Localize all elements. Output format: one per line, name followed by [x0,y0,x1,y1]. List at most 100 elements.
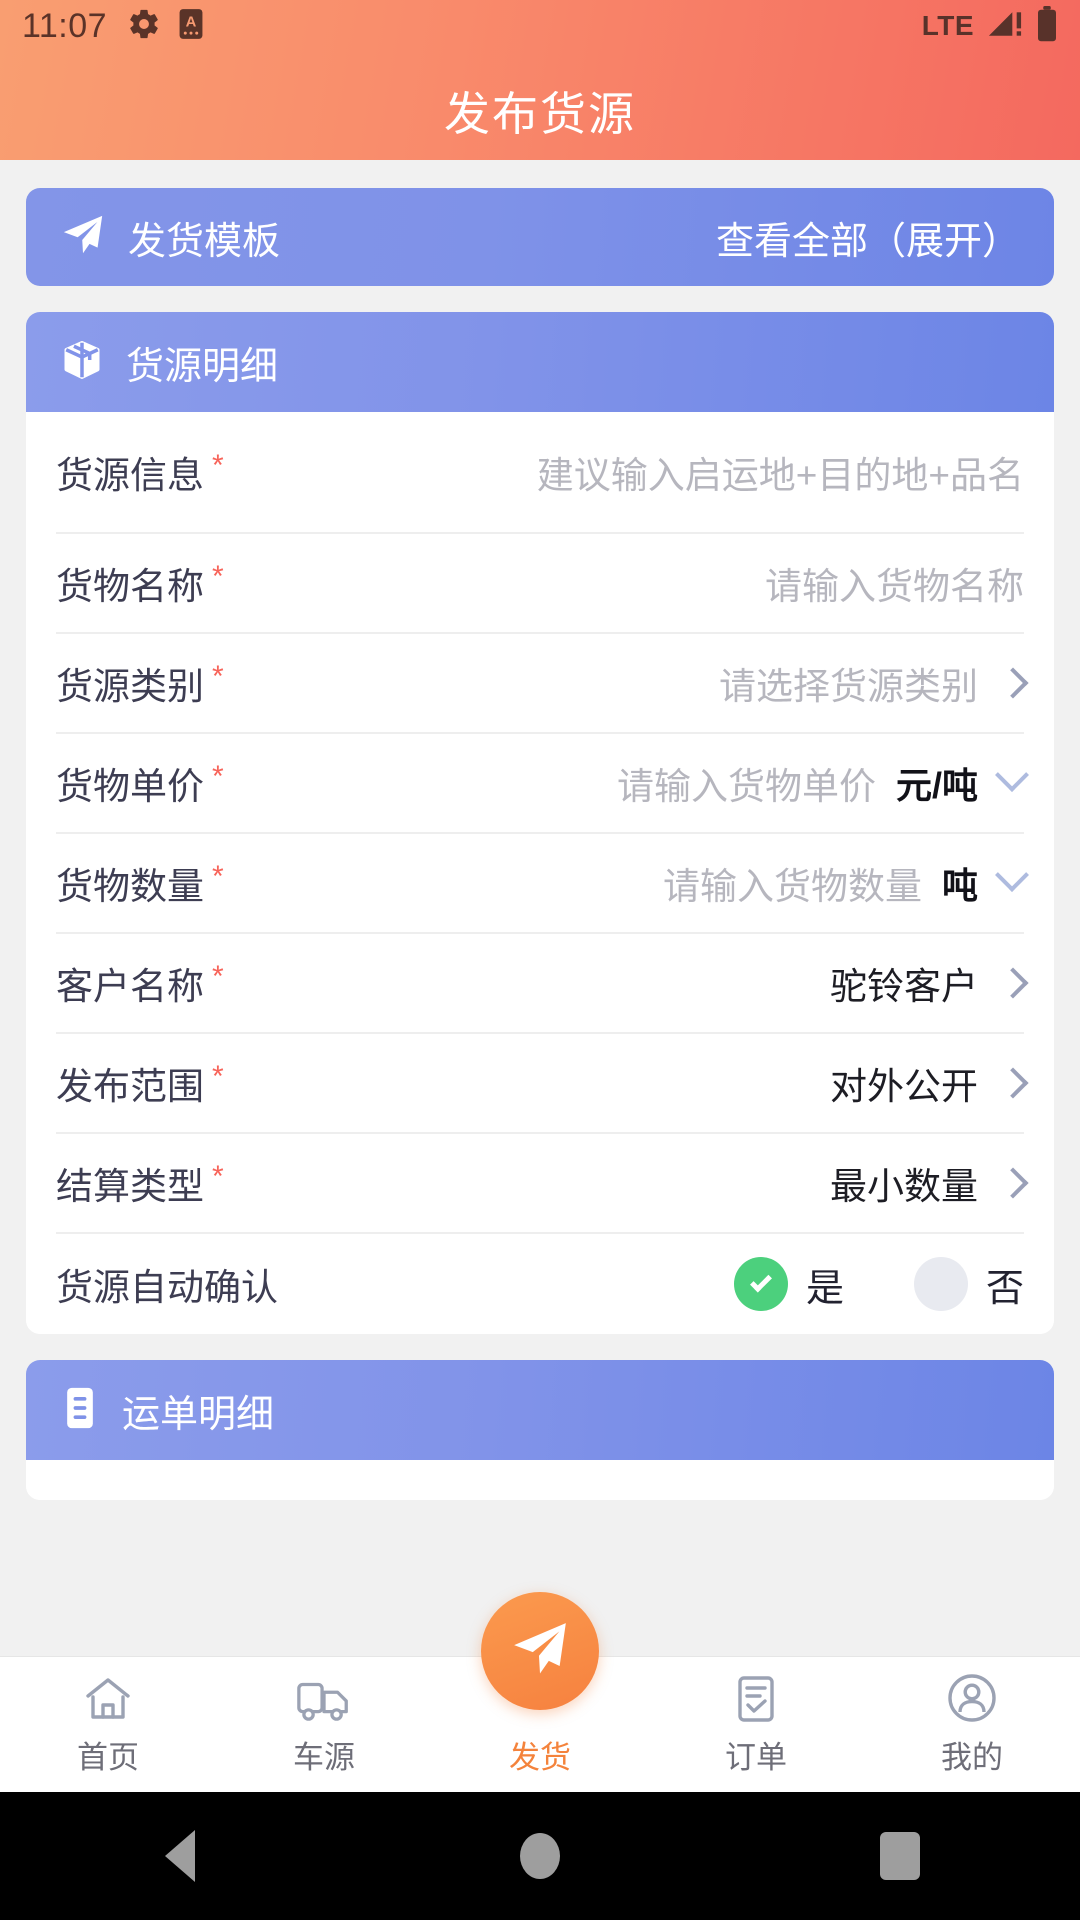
gear-icon [127,7,161,46]
template-expand-action[interactable]: 查看全部（展开） [716,210,1020,265]
quantity-input[interactable]: 请输入货物数量 [663,856,922,910]
home-circle-icon [520,1833,560,1879]
cargo-details-card: 货源明细 货源信息 * 建议输入启运地+目的地+品名 货物名称 * 请输入货物名… [26,312,1054,1334]
nav-label-home: 首页 [77,1740,139,1775]
form-row-settlement-type[interactable]: 结算类型 * 最小数量 [56,1134,1029,1234]
android-system-nav [0,1792,1080,1920]
unit-price-input[interactable]: 请输入货物单价 [617,756,876,810]
field-label: 货物数量 [56,866,204,907]
waybill-details-header[interactable]: 运单明细 [26,1360,1054,1460]
field-label: 结算类型 [56,1166,204,1207]
required-marker: * [212,660,224,693]
radio-checked-icon[interactable] [733,1257,788,1311]
status-bar: 11:07 A LTE [0,0,1080,52]
nav-label-orders: 订单 [725,1740,787,1775]
back-triangle-icon [165,1830,195,1882]
svg-text:A: A [186,14,197,30]
required-marker: * [212,1160,224,1193]
app-screen: 11:07 A LTE 发布货源 发货模板 查看全部（展开） 货源明细 货源信息… [0,0,1080,1920]
main-content: 发货模板 查看全部（展开） 货源明细 货源信息 * 建议输入启运地+目的地+品名… [0,160,1080,1672]
field-label: 货源自动确认 [56,1267,278,1308]
chevron-down-icon[interactable] [995,758,1029,792]
radio-yes-label: 是 [805,1267,844,1310]
radio-option-yes[interactable]: 是 [733,1257,844,1312]
form-row-cargo-category[interactable]: 货源类别 * 请选择货源类别 [56,634,1029,734]
nav-label-shipping: 发货 [509,1740,571,1775]
status-right-icons: LTE [921,5,1058,47]
waybill-details-title: 运单明细 [122,1393,275,1436]
nav-item-profile[interactable]: 我的 [864,1672,1080,1777]
field-value-area[interactable]: 请输入货物数量 吨 [663,856,1029,910]
field-label: 客户名称 [56,966,204,1007]
field-label: 货源类别 [56,666,204,707]
nav-item-orders[interactable]: 订单 [648,1672,864,1777]
field-value-area[interactable]: 驼铃客户 [830,956,1029,1010]
required-marker: * [212,760,224,793]
field-label: 货源信息 [56,455,204,496]
field-value-area[interactable]: 建议输入启运地+目的地+品名 [537,445,1024,499]
chevron-right-icon [997,1167,1029,1199]
order-clipboard-icon [732,1672,780,1724]
chevron-right-icon [997,667,1029,699]
home-icon [82,1672,134,1724]
battery-full-icon [1036,5,1058,47]
truck-icon [295,1672,353,1724]
waybill-details-card: 运单明细 [26,1360,1054,1500]
field-value-area[interactable]: 最小数量 [830,1156,1029,1210]
field-value-area[interactable]: 请输入货物单价 元/吨 [617,756,1029,810]
package-box-icon [60,338,104,387]
android-home-button[interactable] [480,1833,600,1879]
quantity-unit[interactable]: 吨 [942,857,978,909]
radio-unchecked-icon[interactable] [913,1257,968,1311]
required-marker: * [212,449,224,482]
shipping-template-bar[interactable]: 发货模板 查看全部（展开） [26,188,1054,286]
form-row-unit-price[interactable]: 货物单价 * 请输入货物单价 元/吨 [56,734,1029,834]
app-badge-icon: A [177,8,205,45]
paper-plane-icon [509,1618,571,1685]
nav-item-home[interactable]: 首页 [0,1672,216,1777]
customer-name-value[interactable]: 驼铃客户 [830,956,978,1010]
status-left-icons: A [127,7,205,46]
network-type-label: LTE [921,10,974,41]
form-row-quantity[interactable]: 货物数量 * 请输入货物数量 吨 [56,834,1029,934]
android-recents-button[interactable] [840,1832,960,1880]
page-title: 发布货源 [444,88,636,140]
field-label: 货物单价 [56,766,204,807]
android-back-button[interactable] [120,1830,240,1882]
waybill-details-body [26,1460,1054,1500]
nav-label-vehicles: 车源 [293,1740,355,1775]
chevron-right-icon [997,1067,1029,1099]
field-value-area[interactable]: 对外公开 [830,1056,1029,1110]
field-value-area[interactable]: 请选择货源类别 [719,656,1029,710]
person-icon [946,1672,998,1724]
radio-option-no[interactable]: 否 [913,1257,1024,1312]
form-row-auto-confirm[interactable]: 货源自动确认 是 否 [56,1234,1024,1334]
unit-price-unit[interactable]: 元/吨 [896,757,978,809]
status-time: 11:07 [22,6,108,45]
cargo-details-header: 货源明细 [26,312,1054,412]
publish-scope-value[interactable]: 对外公开 [830,1056,978,1110]
nav-item-vehicles[interactable]: 车源 [216,1672,432,1777]
cargo-details-title: 货源明细 [126,345,279,388]
settlement-type-value[interactable]: 最小数量 [830,1156,978,1210]
required-marker: * [212,1060,224,1093]
auto-confirm-radio-group[interactable]: 是 否 [733,1257,1024,1312]
recents-square-icon [880,1832,920,1880]
form-row-cargo-info[interactable]: 货源信息 * 建议输入启运地+目的地+品名 [56,412,1024,534]
nav-label-profile: 我的 [941,1740,1003,1775]
form-row-goods-name[interactable]: 货物名称 * 请输入货物名称 [56,534,1024,634]
document-list-icon [60,1386,100,1435]
field-label: 发布范围 [56,1066,204,1107]
chevron-right-icon [997,967,1029,999]
cargo-info-input[interactable]: 建议输入启运地+目的地+品名 [537,445,1024,499]
goods-name-input[interactable]: 请输入货物名称 [765,556,1024,610]
field-value-area[interactable]: 请输入货物名称 [765,556,1024,610]
template-bar-label: 发货模板 [128,220,281,263]
shipping-fab-button[interactable] [481,1592,599,1710]
cargo-category-value[interactable]: 请选择货源类别 [719,656,978,710]
chevron-down-icon[interactable] [995,858,1029,892]
required-marker: * [212,560,224,593]
required-marker: * [212,960,224,993]
form-row-customer-name[interactable]: 客户名称 * 驼铃客户 [56,934,1029,1034]
form-row-publish-scope[interactable]: 发布范围 * 对外公开 [56,1034,1029,1134]
